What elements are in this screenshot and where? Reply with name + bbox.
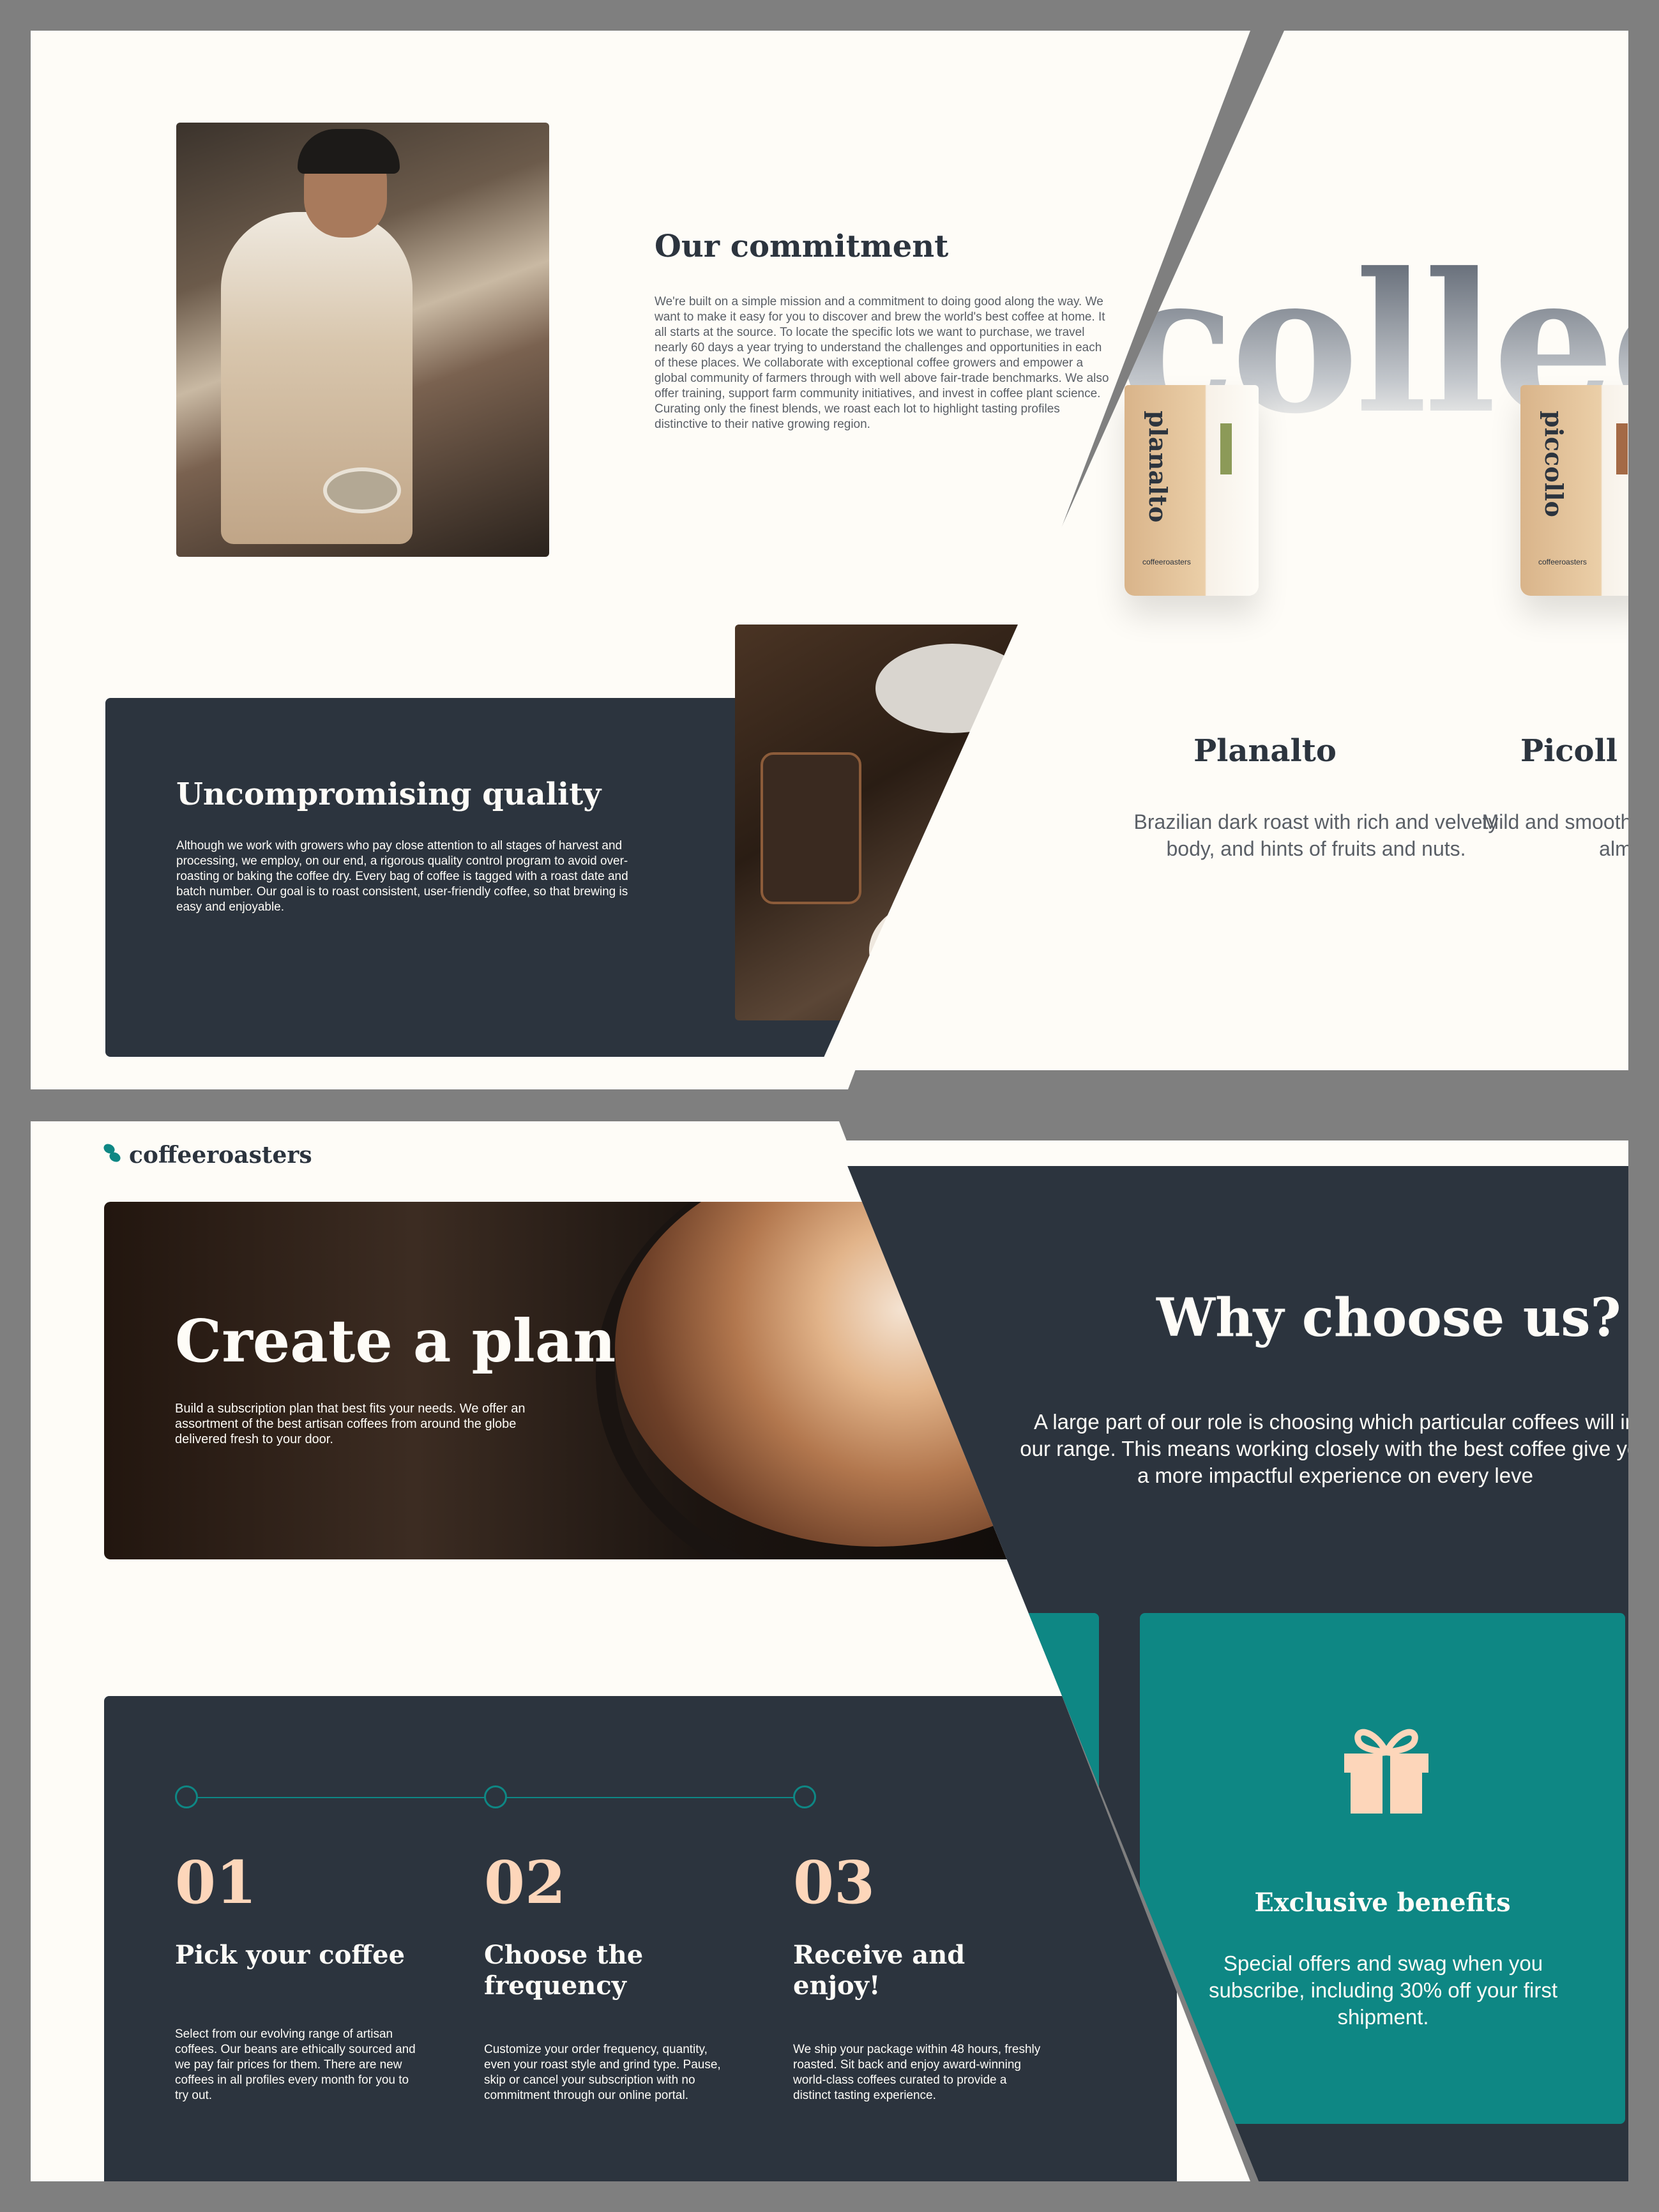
bag-tag <box>1220 423 1232 474</box>
bag-label: piccollo <box>1540 411 1568 517</box>
quality-body: Although we work with growers who pay cl… <box>176 839 628 914</box>
benefit-card <box>1140 1613 1625 2124</box>
hero-body: Build a subscription plan that best fits… <box>175 1402 526 1446</box>
hero-title: Create a plan <box>175 1307 616 1375</box>
bag-logo: coffeeroasters <box>1538 557 1587 566</box>
barista-photo <box>176 123 549 557</box>
step-body: Select from our evolving range of artisa… <box>175 2027 416 2102</box>
coffee-description: Mild and smooth blen notes of toasted al… <box>1481 810 1628 860</box>
quality-title: Uncompromising quality <box>176 776 602 812</box>
commitment-title: Our commitment <box>655 229 949 264</box>
step-title: Pick your coffee <box>175 1940 405 1970</box>
step-body: We ship your package within 48 hours, fr… <box>793 2043 1041 2102</box>
steps-timeline <box>175 1779 816 1808</box>
step-body: Customize your order frequency, quantity… <box>484 2043 721 2102</box>
why-title: Why choose us? <box>1156 1287 1621 1349</box>
coffee-name: Planalto <box>1193 733 1337 769</box>
piccollo-bag[interactable]: piccollo coffeeroasters <box>1520 385 1628 596</box>
step-title: Receive and enjoy! <box>793 1940 966 2001</box>
bag-logo: coffeeroasters <box>1142 557 1191 566</box>
site-logo[interactable]: coffeeroasters <box>129 1142 312 1169</box>
step-number: 01 <box>175 1848 257 1917</box>
benefit-body: Special offers and swag when you subscri… <box>1209 1951 1557 2029</box>
step-number: 02 <box>484 1848 566 1917</box>
bag-label: planalto <box>1144 411 1172 523</box>
timeline-dot <box>793 1785 816 1808</box>
gift-icon <box>1335 1715 1437 1821</box>
commitment-body: We're built on a simple mission and a co… <box>655 295 1109 431</box>
coffee-name: Picoll <box>1520 733 1618 769</box>
planalto-bag[interactable]: planalto coffeeroasters <box>1125 385 1259 596</box>
timeline-dot <box>175 1785 198 1808</box>
coffee-description: Brazilian dark roast with rich and velve… <box>1133 810 1499 860</box>
how-it-works-section <box>104 1696 1177 2181</box>
bag-tag <box>1616 423 1628 474</box>
step-number: 03 <box>793 1848 875 1917</box>
benefit-title: Exclusive benefits <box>1254 1888 1511 1918</box>
timeline-dot <box>484 1785 507 1808</box>
step-title: Choose the frequency <box>484 1940 644 2001</box>
why-body: A large part of our role is choosing whi… <box>1020 1410 1628 1487</box>
coffee-bean-icon <box>102 1142 123 1168</box>
